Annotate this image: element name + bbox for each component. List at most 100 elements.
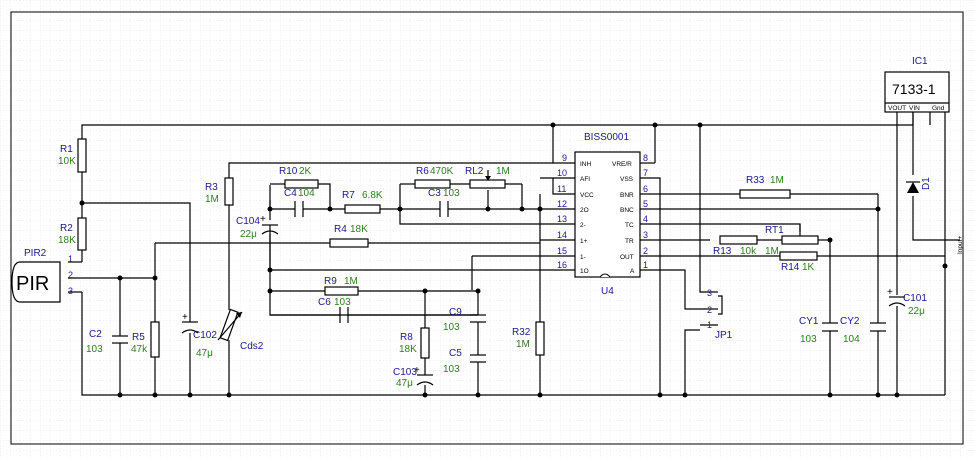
pir-ref: PIR2 xyxy=(24,248,47,259)
u4-part: BISS0001 xyxy=(584,132,629,143)
svg-text:R9: R9 xyxy=(324,276,337,287)
svg-text:TR: TR xyxy=(625,238,634,245)
svg-text:INH: INH xyxy=(580,161,592,168)
pir-label: PIR xyxy=(16,273,49,295)
pir-pin3: 3 xyxy=(68,286,73,296)
svg-text:R3: R3 xyxy=(205,182,218,193)
svg-text:103: 103 xyxy=(443,364,460,375)
svg-text:12: 12 xyxy=(557,199,567,209)
svg-text:D1: D1 xyxy=(921,177,932,190)
svg-text:15: 15 xyxy=(557,246,567,256)
svg-text:Gnd: Gnd xyxy=(932,105,945,112)
resistor-r14: R14 1K xyxy=(779,251,818,273)
svg-text:11: 11 xyxy=(557,184,566,194)
svg-text:1M: 1M xyxy=(765,246,779,257)
svg-text:R13: R13 xyxy=(713,246,732,257)
svg-text:R33: R33 xyxy=(746,175,765,186)
svg-text:8: 8 xyxy=(643,153,648,163)
svg-text:1M: 1M xyxy=(344,276,358,287)
svg-text:3: 3 xyxy=(707,288,712,298)
svg-text:7: 7 xyxy=(643,168,648,178)
svg-text:10: 10 xyxy=(557,168,567,178)
svg-text:47k: 47k xyxy=(131,344,148,355)
svg-text:VRE/R: VRE/R xyxy=(612,161,632,168)
svg-text:C104: C104 xyxy=(236,216,260,227)
svg-text:1K: 1K xyxy=(802,262,815,273)
svg-text:2K: 2K xyxy=(299,166,312,177)
svg-text:1M: 1M xyxy=(205,194,219,205)
svg-text:22μ: 22μ xyxy=(240,229,257,240)
svg-text:9: 9 xyxy=(562,153,567,163)
svg-text:103: 103 xyxy=(334,297,351,308)
svg-text:1M: 1M xyxy=(516,339,530,350)
svg-text:103: 103 xyxy=(800,334,817,345)
pir-pin1: 1 xyxy=(68,254,73,264)
svg-text:10K: 10K xyxy=(58,156,76,167)
svg-text:47μ: 47μ xyxy=(396,378,413,389)
edge-text: Input+ xyxy=(957,236,964,254)
svg-text:TC: TC xyxy=(625,222,634,229)
svg-text:6: 6 xyxy=(643,184,648,194)
schematic-diagram: PIR PIR2 1 2 3 R1 10K R2 18K R3 1M R5 47… xyxy=(0,0,974,460)
svg-text:A: A xyxy=(630,268,635,275)
svg-text:1-: 1- xyxy=(580,254,586,261)
svg-text:CY1: CY1 xyxy=(799,316,819,327)
svg-text:3: 3 xyxy=(643,230,648,240)
schematic-canvas: PIR PIR2 1 2 3 R1 10K R2 18K R3 1M R5 47… xyxy=(0,0,974,460)
svg-text:R4: R4 xyxy=(334,224,347,235)
svg-text:C3: C3 xyxy=(428,188,441,199)
svg-text:R32: R32 xyxy=(512,327,531,338)
svg-text:RL2: RL2 xyxy=(465,166,484,177)
ic1-part: 7133-1 xyxy=(892,81,936,97)
svg-text:16: 16 xyxy=(557,260,567,270)
svg-text:103: 103 xyxy=(86,344,103,355)
svg-text:C102: C102 xyxy=(193,330,217,341)
svg-text:R1: R1 xyxy=(60,144,73,155)
pir-pin2: 2 xyxy=(68,270,73,280)
svg-text:+: + xyxy=(182,312,188,323)
svg-text:1O: 1O xyxy=(580,268,589,275)
svg-text:1: 1 xyxy=(643,260,648,270)
ic1-ref: IC1 xyxy=(912,56,928,67)
svg-text:VIN: VIN xyxy=(909,105,920,112)
svg-text:103: 103 xyxy=(443,322,460,333)
svg-text:C101: C101 xyxy=(903,293,927,304)
svg-text:18K: 18K xyxy=(399,344,417,355)
svg-text:1M: 1M xyxy=(496,166,510,177)
svg-text:VSS: VSS xyxy=(620,176,634,183)
svg-text:Cds2: Cds2 xyxy=(240,341,264,352)
svg-text:1: 1 xyxy=(707,320,712,330)
grid-background xyxy=(0,0,974,460)
svg-text:BNC: BNC xyxy=(620,207,634,214)
svg-text:C103: C103 xyxy=(393,367,417,378)
svg-text:18K: 18K xyxy=(350,224,368,235)
svg-text:R10: R10 xyxy=(279,166,298,177)
svg-text:4: 4 xyxy=(643,214,648,224)
svg-text:C2: C2 xyxy=(89,329,102,340)
svg-text:R5: R5 xyxy=(132,332,145,343)
svg-text:C9: C9 xyxy=(449,307,462,318)
svg-text:13: 13 xyxy=(557,214,567,224)
svg-text:+: + xyxy=(260,214,266,225)
svg-text:104: 104 xyxy=(843,334,860,345)
svg-text:+: + xyxy=(887,287,893,298)
svg-text:JP1: JP1 xyxy=(715,330,733,341)
svg-text:CY2: CY2 xyxy=(840,316,860,327)
svg-text:R7: R7 xyxy=(342,190,355,201)
svg-text:2: 2 xyxy=(707,305,712,315)
svg-text:VCC: VCC xyxy=(580,192,594,199)
svg-text:6.8K: 6.8K xyxy=(362,190,383,201)
svg-text:104: 104 xyxy=(298,188,315,199)
svg-text:OUT: OUT xyxy=(620,254,634,261)
svg-text:RT1: RT1 xyxy=(765,225,784,236)
svg-text:5: 5 xyxy=(643,199,648,209)
svg-text:18K: 18K xyxy=(58,235,76,246)
svg-text:C5: C5 xyxy=(449,348,462,359)
svg-text:R2: R2 xyxy=(60,223,73,234)
svg-text:1+: 1+ xyxy=(580,238,588,245)
svg-text:BNR: BNR xyxy=(620,192,634,199)
svg-text:C6: C6 xyxy=(318,297,331,308)
svg-text:103: 103 xyxy=(443,188,460,199)
svg-text:22μ: 22μ xyxy=(908,306,925,317)
svg-text:2: 2 xyxy=(643,246,648,256)
